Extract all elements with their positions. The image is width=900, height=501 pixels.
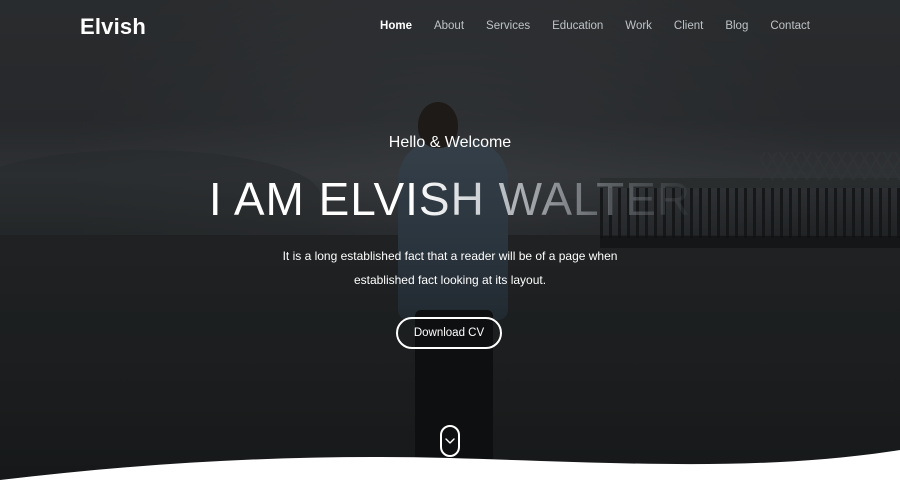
bottom-wave: [0, 450, 900, 501]
hero-headline-wrap: I AM ELVISH WALTER: [0, 172, 900, 226]
main-nav: Home About Services Education Work Clien…: [380, 20, 810, 32]
nav-item-client[interactable]: Client: [674, 20, 703, 32]
nav-item-work[interactable]: Work: [625, 20, 652, 32]
nav-item-contact[interactable]: Contact: [770, 20, 810, 32]
download-cv-button[interactable]: Download CV: [396, 317, 502, 349]
hero-greeting: Hello & Welcome: [388, 134, 512, 151]
hero-headline: I AM ELVISH WALTER: [208, 173, 692, 225]
nav-item-education[interactable]: Education: [552, 20, 603, 32]
hero-description-line-2: established fact looking at its layout.: [353, 273, 547, 287]
nav-item-about[interactable]: About: [434, 20, 464, 32]
hero-description: It is a long established fact that a rea…: [0, 244, 900, 292]
site-logo[interactable]: Elvish: [80, 14, 146, 40]
hero-description-line-1: It is a long established fact that a rea…: [282, 249, 618, 263]
nav-item-blog[interactable]: Blog: [725, 20, 748, 32]
nav-item-home[interactable]: Home: [380, 20, 412, 32]
nav-item-services[interactable]: Services: [486, 20, 530, 32]
